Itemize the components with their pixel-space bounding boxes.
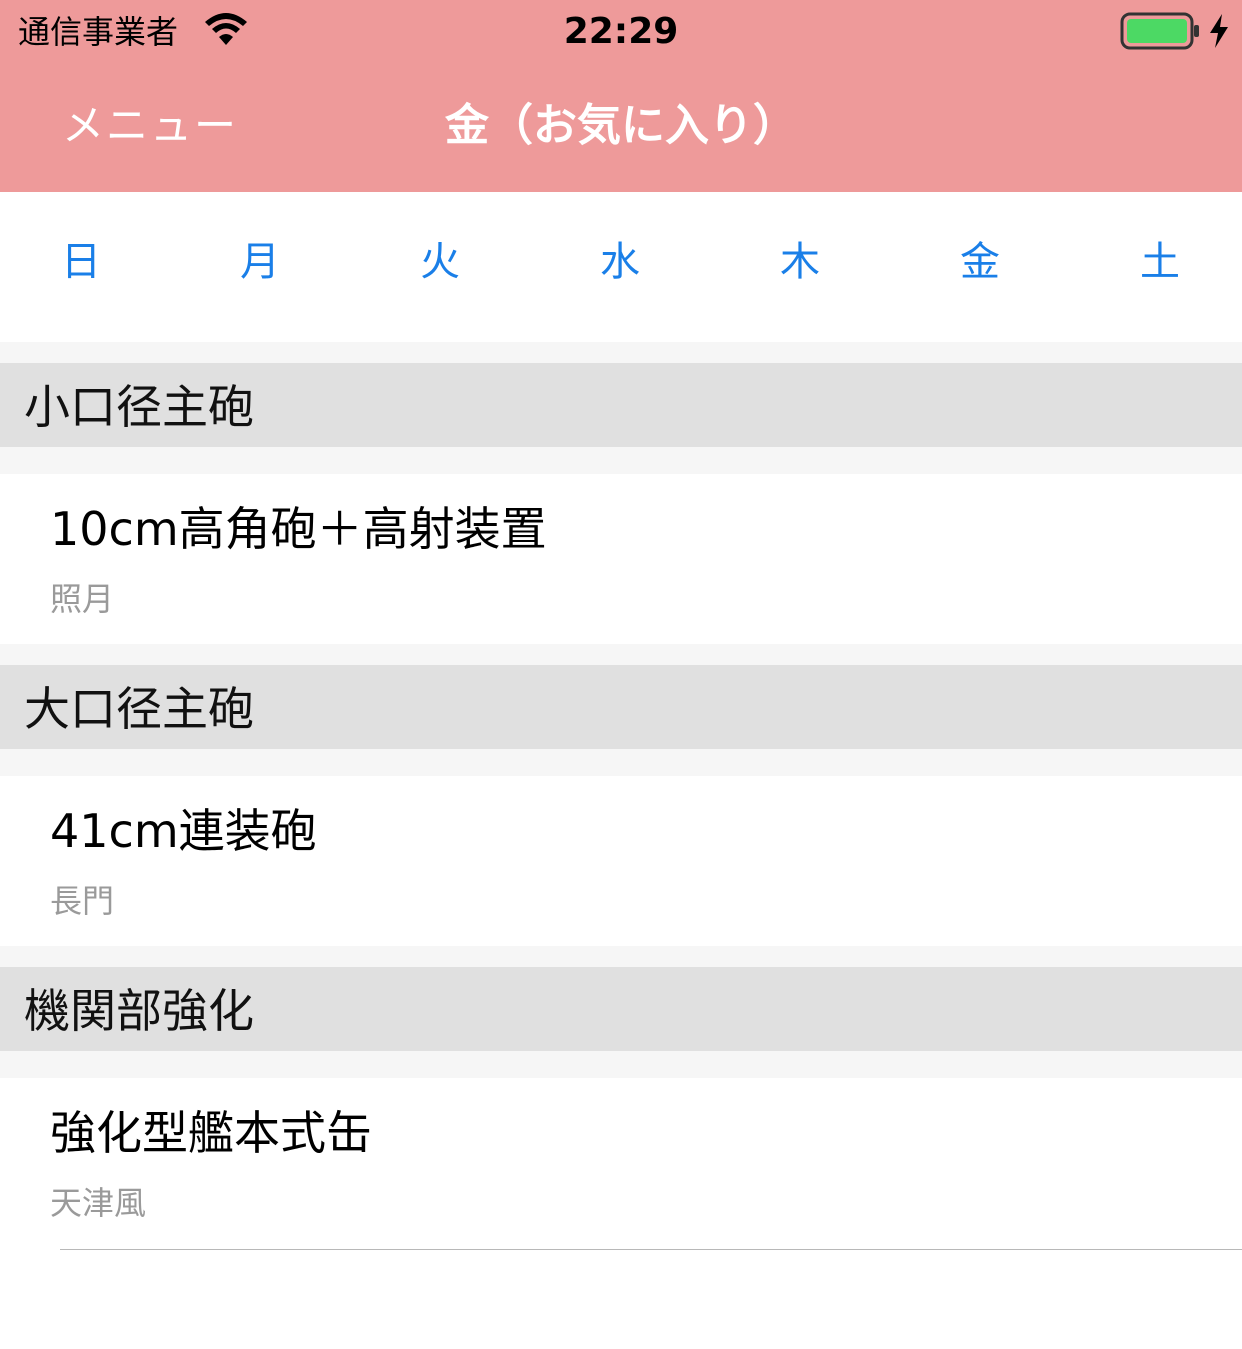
app-header: 通信事業者 22:29 メニュー 金（お気に入り） <box>0 0 1242 192</box>
section-header: 機関部強化 <box>0 967 1242 1051</box>
item-subtitle: 長門 <box>50 882 115 920</box>
tab-sunday[interactable]: 日 <box>51 236 111 288</box>
item-subtitle: 天津風 <box>50 1184 147 1222</box>
item-subtitle: 照月 <box>50 580 115 618</box>
page-title: 金（お気に入り） <box>445 100 797 151</box>
list-item[interactable]: 41cm連装砲 長門 <box>0 776 1242 946</box>
item-title: 10cm高角砲＋高射装置 <box>50 502 547 556</box>
section-header: 小口径主砲 <box>0 363 1242 447</box>
tab-thursday[interactable]: 木 <box>770 236 830 288</box>
favorites-list: 小口径主砲 10cm高角砲＋高射装置 照月 大口径主砲 41cm連装砲 長門 機… <box>0 342 1242 1349</box>
row-separator <box>60 1249 1242 1250</box>
section-gap <box>0 447 1242 474</box>
section-gap <box>0 644 1242 665</box>
status-time: 22:29 <box>563 11 679 52</box>
day-of-week-tabs: 日 月 火 水 木 金 土 <box>0 192 1242 342</box>
section-header: 大口径主砲 <box>0 665 1242 749</box>
nav-bar: メニュー 金（お気に入り） <box>0 64 1242 192</box>
item-title: 強化型艦本式缶 <box>50 1106 372 1160</box>
charging-bolt-icon <box>1210 14 1228 48</box>
tab-friday[interactable]: 金 <box>950 236 1010 288</box>
section-gap <box>0 749 1242 776</box>
section-header-label: 機関部強化 <box>24 984 254 1038</box>
tab-wednesday[interactable]: 水 <box>590 236 650 288</box>
section-header-label: 大口径主砲 <box>24 682 254 736</box>
tab-tuesday[interactable]: 火 <box>410 236 470 288</box>
section-gap <box>0 1051 1242 1078</box>
battery-icon <box>1120 12 1199 50</box>
section-header-label: 小口径主砲 <box>24 380 254 434</box>
tab-monday[interactable]: 月 <box>230 236 290 288</box>
status-bar: 通信事業者 22:29 <box>0 0 1242 64</box>
list-item[interactable]: 強化型艦本式缶 天津風 <box>0 1078 1242 1248</box>
tab-saturday[interactable]: 土 <box>1130 236 1190 288</box>
item-title: 41cm連装砲 <box>50 804 317 858</box>
section-gap <box>0 342 1242 363</box>
section-gap <box>0 946 1242 967</box>
list-item[interactable]: 10cm高角砲＋高射装置 照月 <box>0 474 1242 644</box>
